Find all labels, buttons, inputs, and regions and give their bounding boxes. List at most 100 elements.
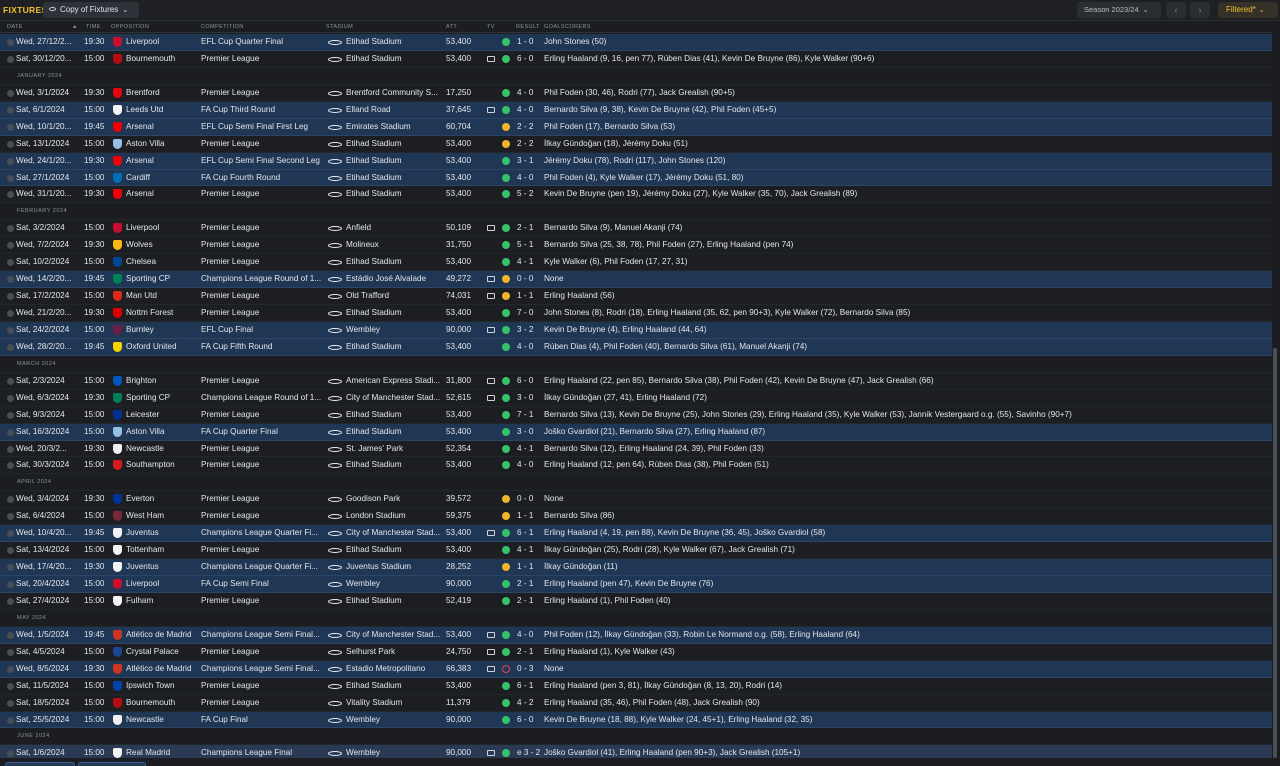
table-row[interactable]: Wed, 6/3/2024 19:30 Sporting CP Champions L… [0, 389, 1272, 407]
competition-link[interactable]: Champions League Round of 1... [201, 274, 323, 283]
col-tv[interactable]: TV [487, 24, 495, 30]
score-link[interactable]: 6 - 1 [517, 681, 543, 690]
opposition-link[interactable]: Ipswich Town [126, 681, 198, 690]
table-row[interactable]: Wed, 3/1/2024 19:30 Brentford Premier Leagu… [0, 84, 1272, 102]
competition-link[interactable]: Champions League Quarter Fi... [201, 528, 323, 537]
competition-link[interactable]: EFL Cup Semi Final Second Leg [201, 156, 323, 165]
table-row[interactable]: Wed, 31/1/20... 19:30 Arsenal Premier Leagu… [0, 186, 1272, 204]
competition-link[interactable]: Champions League Semi Final... [201, 630, 323, 639]
score-link[interactable]: 2 - 2 [517, 122, 543, 131]
opposition-link[interactable]: Arsenal [126, 122, 198, 131]
competition-link[interactable]: FA Cup Quarter Final [201, 427, 323, 436]
table-row[interactable]: Wed, 1/5/2024 19:45 Atlético de Madrid Cham… [0, 626, 1272, 644]
table-row[interactable]: Wed, 27/12/2... 19:30 Liverpool EFL Cup Qua… [0, 34, 1272, 51]
table-row[interactable]: Sat, 30/3/2024 15:00 Southampton Premier Le… [0, 457, 1272, 475]
score-link[interactable]: 4 - 1 [517, 257, 543, 266]
score-link[interactable]: 4 - 0 [517, 460, 543, 469]
table-row[interactable]: Sat, 4/5/2024 15:00 Crystal Palace Premier … [0, 643, 1272, 661]
competition-link[interactable]: FA Cup Fourth Round [201, 173, 323, 182]
score-link[interactable]: 2 - 1 [517, 647, 543, 656]
score-link[interactable]: 0 - 0 [517, 274, 543, 283]
table-row[interactable]: Wed, 10/4/20... 19:45 Juventus Champions Le… [0, 525, 1272, 543]
table-row[interactable]: Sat, 2/3/2024 15:00 Brighton Premier League… [0, 372, 1272, 390]
opposition-link[interactable]: Everton [126, 494, 198, 503]
prev-season-button[interactable]: ‹ [1166, 2, 1186, 18]
score-link[interactable]: 4 - 0 [517, 173, 543, 182]
competition-link[interactable]: EFL Cup Quarter Final [201, 37, 323, 46]
score-link[interactable]: 2 - 2 [517, 139, 543, 148]
score-link[interactable]: 4 - 0 [517, 105, 543, 114]
opposition-link[interactable]: Arsenal [126, 156, 198, 165]
opposition-link[interactable]: Newcastle [126, 444, 198, 453]
competition-link[interactable]: EFL Cup Final [201, 325, 323, 334]
table-row[interactable]: Sat, 16/3/2024 15:00 Aston Villa FA Cup Qua… [0, 423, 1272, 441]
opposition-link[interactable]: Brighton [126, 376, 198, 385]
table-row[interactable]: Sat, 11/5/2024 15:00 Ipswich Town Premier L… [0, 677, 1272, 695]
opposition-link[interactable]: Fulham [126, 596, 198, 605]
score-link[interactable]: 2 - 1 [517, 579, 543, 588]
competition-link[interactable]: FA Cup Semi Final [201, 579, 323, 588]
score-link[interactable]: e 3 - 2 [517, 748, 543, 757]
score-link[interactable]: 6 - 0 [517, 715, 543, 724]
score-link[interactable]: 3 - 0 [517, 393, 543, 402]
table-row[interactable]: Sat, 10/2/2024 15:00 Chelsea Premier League… [0, 254, 1272, 272]
score-link[interactable]: 4 - 2 [517, 698, 543, 707]
opposition-link[interactable]: Aston Villa [126, 139, 198, 148]
competition-link[interactable]: Premier League [201, 54, 323, 63]
season-dropdown[interactable]: Season 2023/24 ⌄ [1077, 2, 1161, 18]
table-row[interactable]: Sat, 1/6/2024 15:00 Real Madrid Champions L… [0, 745, 1272, 758]
table-row[interactable]: Sat, 6/1/2024 15:00 Leeds Utd FA Cup Third … [0, 101, 1272, 119]
opposition-link[interactable]: Chelsea [126, 257, 198, 266]
col-stadium[interactable]: STADIUM [326, 24, 353, 30]
score-link[interactable]: 5 - 1 [517, 240, 543, 249]
opposition-link[interactable]: Brentford [126, 88, 198, 97]
col-goalscorers[interactable]: GOALSCORERS [544, 24, 591, 30]
col-opposition[interactable]: OPPOSITION [111, 24, 149, 30]
col-date[interactable]: DATE [7, 24, 23, 30]
opposition-link[interactable]: Atlético de Madrid [126, 664, 198, 673]
table-row[interactable]: Wed, 21/2/20... 19:30 Nottm Forest Premier … [0, 305, 1272, 322]
competition-link[interactable]: Premier League [201, 410, 323, 419]
competition-link[interactable]: Premier League [201, 223, 323, 232]
score-link[interactable]: 6 - 0 [517, 54, 543, 63]
table-row[interactable]: Wed, 3/4/2024 19:30 Everton Premier League G… [0, 491, 1272, 509]
table-row[interactable]: Wed, 8/5/2024 19:30 Atlético de Madrid Cham… [0, 660, 1272, 678]
table-row[interactable]: Sat, 17/2/2024 15:00 Man Utd Premier League… [0, 288, 1272, 305]
score-link[interactable]: 1 - 0 [517, 37, 543, 46]
opposition-link[interactable]: Real Madrid [126, 748, 198, 757]
table-row[interactable]: Sat, 13/1/2024 15:00 Aston Villa Premier Le… [0, 135, 1272, 153]
competition-link[interactable]: Premier League [201, 88, 323, 97]
table-row[interactable]: Sat, 24/2/2024 15:00 Burnley EFL Cup Final W… [0, 321, 1272, 339]
view-dropdown[interactable]: Copy of Fixtures ⌄ [43, 2, 139, 18]
opposition-link[interactable]: Aston Villa [126, 427, 198, 436]
table-row[interactable]: Sat, 20/4/2024 15:00 Liverpool FA Cup Semi … [0, 576, 1272, 593]
opposition-link[interactable]: Juventus [126, 528, 198, 537]
score-link[interactable]: 1 - 1 [517, 511, 543, 520]
table-row[interactable]: Wed, 20/3/2... 19:30 Newcastle Premier Leag… [0, 440, 1272, 458]
score-link[interactable]: 1 - 1 [517, 562, 543, 571]
opposition-link[interactable]: West Ham [126, 511, 198, 520]
table-row[interactable]: Wed, 28/2/20... 19:45 Oxford United FA Cup … [0, 338, 1272, 356]
competition-link[interactable]: Premier League [201, 189, 323, 198]
opposition-link[interactable]: Liverpool [126, 223, 198, 232]
competition-link[interactable]: FA Cup Third Round [201, 105, 323, 114]
col-att[interactable]: ATT [446, 24, 457, 30]
competition-link[interactable]: Premier League [201, 308, 323, 317]
opposition-link[interactable]: Juventus [126, 562, 198, 571]
table-row[interactable]: Sat, 9/3/2024 15:00 Leicester Premier Leagu… [0, 406, 1272, 424]
table-row[interactable]: Sat, 27/4/2024 15:00 Fulham Premier League E… [0, 592, 1272, 610]
competition-link[interactable]: Champions League Final [201, 748, 323, 757]
table-row[interactable]: Wed, 14/2/20... 19:45 Sporting CP Champions… [0, 271, 1272, 289]
table-row[interactable]: Sat, 13/4/2024 15:00 Tottenham Premier Leag… [0, 542, 1272, 560]
score-link[interactable]: 4 - 1 [517, 545, 543, 554]
opposition-link[interactable]: Bournemouth [126, 54, 198, 63]
score-link[interactable]: 3 - 2 [517, 325, 543, 334]
score-link[interactable]: 2 - 1 [517, 596, 543, 605]
score-link[interactable]: 2 - 1 [517, 223, 543, 232]
opposition-link[interactable]: Oxford United [126, 342, 198, 351]
opposition-link[interactable]: Cardiff [126, 173, 198, 182]
table-row[interactable]: Wed, 10/1/20... 19:45 Arsenal EFL Cup Semi … [0, 118, 1272, 136]
opposition-link[interactable]: Liverpool [126, 37, 198, 46]
competition-link[interactable]: Champions League Quarter Fi... [201, 562, 323, 571]
score-link[interactable]: 4 - 0 [517, 342, 543, 351]
